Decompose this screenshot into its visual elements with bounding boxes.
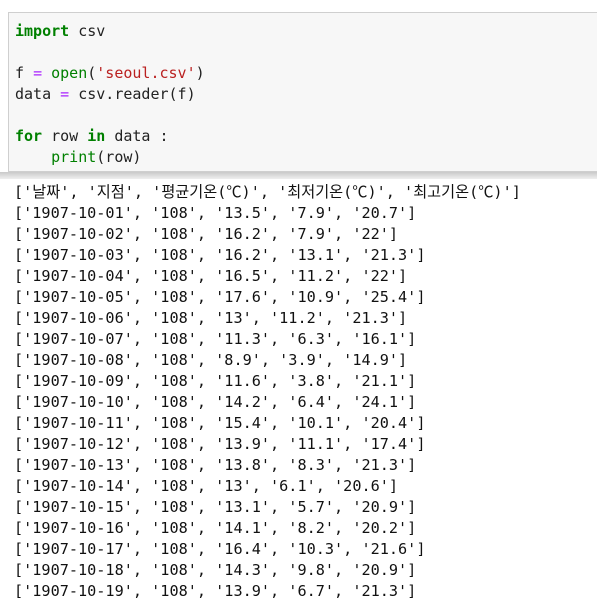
- output-line: ['1907-10-16', '108', '14.1', '8.2', '20…: [14, 519, 417, 537]
- output-line: ['1907-10-10', '108', '14.2', '6.4', '24…: [14, 393, 417, 411]
- code-editor[interactable]: import csv f = open('seoul.csv') data = cs…: [15, 21, 205, 168]
- output-line: ['1907-10-12', '108', '13.9', '11.1', '1…: [14, 435, 426, 453]
- output-line: ['1907-10-13', '108', '13.8', '8.3', '21…: [14, 456, 417, 474]
- cell-divider: [0, 172, 597, 179]
- code-token: row: [42, 127, 88, 145]
- code-token: f: [15, 64, 34, 82]
- code-line: f = open('seoul.csv'): [15, 63, 205, 84]
- code-token: csv: [69, 22, 106, 40]
- code-token: (row): [96, 148, 142, 166]
- output-line: ['1907-10-19', '108', '13.9', '6.7', '21…: [14, 582, 417, 600]
- code-line: print(row): [15, 147, 205, 168]
- code-token: ): [195, 64, 205, 82]
- output-line: ['1907-10-01', '108', '13.5', '7.9', '20…: [14, 204, 417, 222]
- code-token: (: [87, 64, 97, 82]
- output-line: ['1907-10-09', '108', '11.6', '3.8', '21…: [14, 372, 417, 390]
- output-line: ['1907-10-18', '108', '14.3', '9.8', '20…: [14, 561, 417, 579]
- output-line: ['1907-10-11', '108', '15.4', '10.1', '2…: [14, 414, 426, 432]
- code-token: =: [60, 85, 70, 103]
- code-token: open: [51, 64, 88, 82]
- output-line: ['1907-10-05', '108', '17.6', '10.9', '2…: [14, 288, 426, 306]
- code-token: for: [15, 127, 43, 145]
- output-line: ['1907-10-15', '108', '13.1', '5.7', '20…: [14, 498, 417, 516]
- code-token: print: [51, 148, 97, 166]
- code-token: 'seoul.csv': [96, 64, 196, 82]
- code-token: =: [33, 64, 43, 82]
- code-token: data: [15, 85, 61, 103]
- code-line: for row in data :: [15, 126, 205, 147]
- code-token: in: [87, 127, 106, 145]
- code-token: data :: [105, 127, 169, 145]
- output-line: ['1907-10-04', '108', '16.5', '11.2', '2…: [14, 267, 408, 285]
- output-line: ['날짜', '지점', '평균기온(℃)', '최저기온(℃)', '최고기온…: [14, 183, 521, 201]
- output-line: ['1907-10-08', '108', '8.9', '3.9', '14.…: [14, 351, 408, 369]
- code-line: data = csv.reader(f): [15, 84, 205, 105]
- output-line: ['1907-10-02', '108', '16.2', '7.9', '22…: [14, 225, 399, 243]
- output-line: ['1907-10-06', '108', '13', '11.2', '21.…: [14, 309, 408, 327]
- output-line: ['1907-10-17', '108', '16.4', '10.3', '2…: [14, 540, 426, 558]
- code-cell[interactable]: import csv f = open('seoul.csv') data = cs…: [8, 12, 597, 172]
- output-line: ['1907-10-03', '108', '16.2', '13.1', '2…: [14, 246, 426, 264]
- output-line: ['1907-10-14', '108', '13', '6.1', '20.6…: [14, 477, 399, 495]
- code-token: import: [15, 22, 70, 40]
- output-line: ['1907-10-07', '108', '11.3', '6.3', '16…: [14, 330, 417, 348]
- code-token: csv.reader(f): [69, 85, 196, 103]
- code-line: import csv: [15, 21, 205, 42]
- cell-output: ['날짜', '지점', '평균기온(℃)', '최저기온(℃)', '최고기온…: [14, 182, 521, 602]
